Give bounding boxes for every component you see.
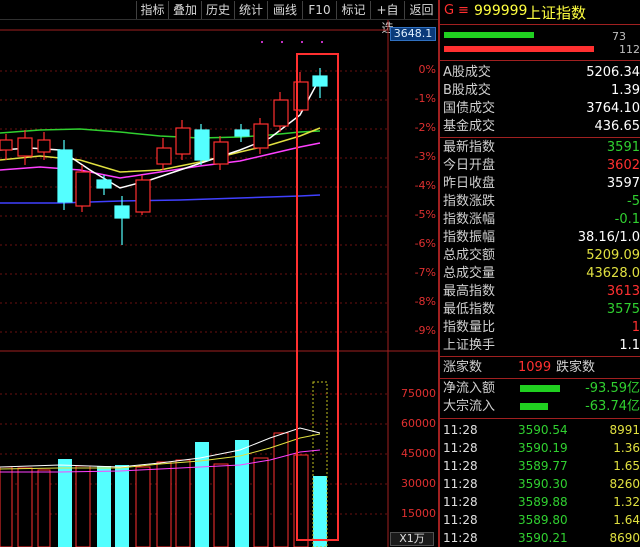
quote-row: 总成交量 43628.0 — [443, 266, 640, 281]
toolbar-f10-button[interactable]: F10 — [302, 1, 336, 19]
toolbar-back-button[interactable]: 返回 — [404, 1, 438, 19]
quote-row: 最新指数 3591 — [443, 140, 640, 155]
quote-row: 昨日收盘 3597 — [443, 176, 640, 191]
pct-axis-label: 0% — [418, 63, 436, 76]
vol-axis-label: 60000 — [401, 417, 436, 430]
pct-axis-label: -9% — [414, 324, 436, 337]
quote-row: 上证换手 1.1 — [443, 338, 640, 353]
stat-row: A股成交 5206.34 — [443, 65, 640, 80]
tick-row: 11:28 3590.19 1.36 — [443, 441, 640, 455]
pct-axis-label: -7% — [414, 266, 436, 279]
toolbar-overlay-button[interactable]: 叠加 — [168, 1, 201, 19]
quote-row: 指数量比 1 — [443, 320, 640, 335]
pct-axis-label: -6% — [414, 237, 436, 250]
tick-row: 11:28 3589.77 1.65 — [443, 459, 640, 473]
toolbar-history-button[interactable]: 历史 — [201, 1, 234, 19]
vol-axis-label: 75000 — [401, 387, 436, 400]
ma120-line — [0, 194, 321, 204]
toolbar-add-watchlist-button[interactable]: +自选 — [370, 1, 404, 35]
tick-row: 11:28 3589.80 1.64 — [443, 513, 640, 527]
flow-bar — [520, 385, 560, 392]
tick-row: 11:28 3590.21 8690 — [443, 531, 640, 545]
down-count: 112 — [619, 43, 640, 56]
quote-row: 指数涨幅 -0.1 — [443, 212, 640, 227]
vol-axis-label: 15000 — [401, 507, 436, 520]
quote-row: 总成交额 5209.09 — [443, 248, 640, 263]
quote-row: 指数涨跌 -5 — [443, 194, 640, 209]
toolbar-mark-button[interactable]: 标记 — [336, 1, 370, 19]
stat-row: 国债成交 3764.10 — [443, 101, 640, 116]
tick-row: 11:28 3589.88 1.32 — [443, 495, 640, 509]
flow-row: 净流入额 -93.59亿 — [443, 381, 640, 396]
up-count: 73 — [612, 30, 626, 43]
breadth-row: 涨家数 1099 跌家数 — [443, 360, 596, 375]
stat-row: B股成交 1.39 — [443, 83, 640, 98]
pct-axis-label: -4% — [414, 179, 436, 192]
stat-row: 基金成交 436.65 — [443, 119, 640, 134]
stock-code: 999999 — [474, 3, 528, 19]
current-price-tag: 3648.1 — [390, 27, 436, 41]
vol-axis-label: 45000 — [401, 447, 436, 460]
toolbar-stats-button[interactable]: 统计 — [234, 1, 267, 19]
flow-bar — [520, 403, 548, 410]
pct-axis-label: -5% — [414, 208, 436, 221]
chart-toolbar: 指标 叠加 历史 统计 画线 F10 标记 +自选 返回 — [0, 0, 438, 35]
up-ratio-bar — [444, 32, 534, 38]
stock-name: 上证指数 — [526, 4, 587, 22]
quote-panel: G ≡ 999999 上证指数 73 112 A股成交 5206.34 B股成交 1… — [438, 0, 640, 547]
toolbar-indicator-button[interactable]: 指标 — [136, 1, 168, 19]
tick-row: 11:28 3590.54 8991 — [443, 423, 640, 437]
pct-axis-label: -8% — [414, 295, 436, 308]
down-ratio-bar — [444, 46, 594, 52]
toolbar-draw-button[interactable]: 画线 — [267, 1, 302, 19]
vol-ma10-line — [0, 433, 321, 470]
menu-icon[interactable]: ≡ — [458, 3, 469, 18]
group-tag: G — [444, 3, 455, 18]
quote-row: 今日开盘 3602 — [443, 158, 640, 173]
pct-axis-label: -3% — [414, 150, 436, 163]
quote-row: 最高指数 3613 — [443, 284, 640, 299]
flow-row: 大宗流入 -63.74亿 — [443, 399, 640, 414]
vol-axis-label: 30000 — [401, 477, 436, 490]
signal-dots — [261, 41, 323, 43]
pct-axis-label: -1% — [414, 92, 436, 105]
kline-chart[interactable] — [0, 20, 438, 547]
tick-row: 11:28 3590.30 8260 — [443, 477, 640, 491]
quote-row: 最低指数 3575 — [443, 302, 640, 317]
volume-bars — [0, 381, 328, 547]
quote-row: 指数振幅 38.16/1.0 — [443, 230, 640, 245]
pct-axis-label: -2% — [414, 121, 436, 134]
vol-unit-label: X1万 — [390, 532, 434, 546]
